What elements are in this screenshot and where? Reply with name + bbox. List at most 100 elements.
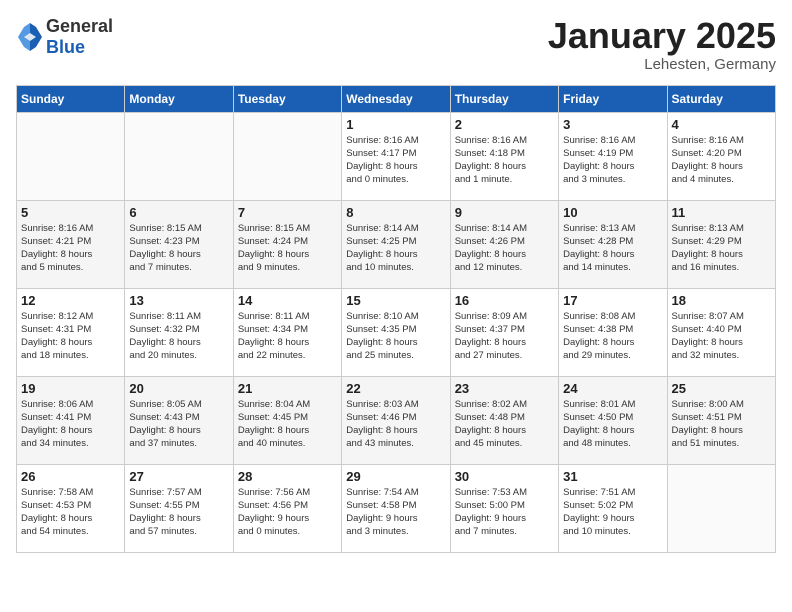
weekday-header-cell: Friday: [559, 85, 667, 112]
calendar-cell: 13Sunrise: 8:11 AM Sunset: 4:32 PM Dayli…: [125, 288, 233, 376]
calendar-cell: 29Sunrise: 7:54 AM Sunset: 4:58 PM Dayli…: [342, 464, 450, 552]
location-title: Lehesten, Germany: [548, 56, 776, 73]
weekday-header-cell: Wednesday: [342, 85, 450, 112]
weekday-header-cell: Sunday: [17, 85, 125, 112]
day-info: Sunrise: 8:16 AM Sunset: 4:19 PM Dayligh…: [563, 134, 662, 187]
calendar-cell: 15 Sunrise: 8:10 AM Sunset: 4:35 PM Dayli…: [342, 288, 450, 376]
calendar-cell: 23 Sunrise: 8:02 AM Sunset: 4:48 PM Dayli…: [450, 376, 558, 464]
calendar-cell: 4 Sunrise: 8:16 AM Sunset: 4:20 PM Daylig…: [667, 112, 775, 200]
day-number: 21: [238, 381, 337, 396]
day-info: Sunrise: 8:04 AM Sunset: 4:45 PM Dayligh…: [238, 398, 337, 451]
day-info: Sunrise: 8:10 AM Sunset: 4:35 PM Dayligh…: [346, 310, 445, 363]
day-info: Sunrise: 8:13 AM Sunset: 4:29 PM Dayligh…: [672, 222, 771, 275]
calendar-cell: 27 Sunrise: 7:57 AM Sunset: 4:55 PM Dayli…: [125, 464, 233, 552]
day-info: Sunrise: 7:57 AM Sunset: 4:55 PM Dayligh…: [129, 486, 228, 539]
day-number: 13: [129, 293, 228, 308]
weekday-header-cell: Saturday: [667, 85, 775, 112]
day-number: 7: [238, 205, 337, 220]
month-title: January 2025: [548, 16, 776, 56]
calendar-cell: 24 Sunrise: 8:01 AM Sunset: 4:50 PM Dayli…: [559, 376, 667, 464]
day-number: 25: [672, 381, 771, 396]
day-info: Sunrise: 8:07 AM Sunset: 4:40 PM Dayligh…: [672, 310, 771, 363]
title-block: January 2025 Lehesten, Germany: [548, 16, 776, 73]
day-info: Sunrise: 7:51 AM Sunset: 5:02 PM Dayligh…: [563, 486, 662, 539]
day-number: 15: [346, 293, 445, 308]
weekday-header-row: SundayMondayTuesdayWednesdayThursdayFrid…: [17, 85, 776, 112]
day-number: 10: [563, 205, 662, 220]
calendar-cell: 1 Sunrise: 8:16 AM Sunset: 4:17 PM Daylig…: [342, 112, 450, 200]
calendar-cell: 31 Sunrise: 7:51 AM Sunset: 5:02 PM Dayli…: [559, 464, 667, 552]
calendar-cell: 16 Sunrise: 8:09 AM Sunset: 4:37 PM Dayli…: [450, 288, 558, 376]
calendar-cell: 9Sunrise: 8:14 AM Sunset: 4:26 PM Daylig…: [450, 200, 558, 288]
day-number: 6: [129, 205, 228, 220]
calendar-cell: 25 Sunrise: 8:00 AM Sunset: 4:51 PM Dayli…: [667, 376, 775, 464]
calendar-cell: 18 Sunrise: 8:07 AM Sunset: 4:40 PM Dayli…: [667, 288, 775, 376]
day-info: Sunrise: 8:13 AM Sunset: 4:28 PM Dayligh…: [563, 222, 662, 275]
day-number: 18: [672, 293, 771, 308]
day-info: Sunrise: 7:56 AM Sunset: 4:56 PM Dayligh…: [238, 486, 337, 539]
day-info: Sunrise: 8:15 AM Sunset: 4:24 PM Dayligh…: [238, 222, 337, 275]
day-info: Sunrise: 8:09 AM Sunset: 4:37 PM Dayligh…: [455, 310, 554, 363]
calendar-cell: 3Sunrise: 8:16 AM Sunset: 4:19 PM Daylig…: [559, 112, 667, 200]
day-number: 27: [129, 469, 228, 484]
day-number: 1: [346, 117, 445, 132]
day-number: 24: [563, 381, 662, 396]
day-info: Sunrise: 8:14 AM Sunset: 4:26 PM Dayligh…: [455, 222, 554, 275]
day-info: Sunrise: 8:16 AM Sunset: 4:17 PM Dayligh…: [346, 134, 445, 187]
calendar-cell: 28 Sunrise: 7:56 AM Sunset: 4:56 PM Dayli…: [233, 464, 341, 552]
calendar-table: SundayMondayTuesdayWednesdayThursdayFrid…: [16, 85, 776, 553]
calendar-week-row: 26 Sunrise: 7:58 AM Sunset: 4:53 PM Dayli…: [17, 464, 776, 552]
day-number: 8: [346, 205, 445, 220]
day-number: 26: [21, 469, 120, 484]
calendar-cell: [233, 112, 341, 200]
day-number: 20: [129, 381, 228, 396]
calendar-cell: 2Sunrise: 8:16 AM Sunset: 4:18 PM Daylig…: [450, 112, 558, 200]
calendar-cell: 22Sunrise: 8:03 AM Sunset: 4:46 PM Dayli…: [342, 376, 450, 464]
day-number: 11: [672, 205, 771, 220]
calendar-cell: 30 Sunrise: 7:53 AM Sunset: 5:00 PM Dayli…: [450, 464, 558, 552]
calendar-cell: 6 Sunrise: 8:15 AM Sunset: 4:23 PM Daylig…: [125, 200, 233, 288]
day-info: Sunrise: 8:01 AM Sunset: 4:50 PM Dayligh…: [563, 398, 662, 451]
day-number: 14: [238, 293, 337, 308]
calendar-cell: 20Sunrise: 8:05 AM Sunset: 4:43 PM Dayli…: [125, 376, 233, 464]
day-number: 23: [455, 381, 554, 396]
logo: General Blue: [16, 16, 113, 58]
day-number: 22: [346, 381, 445, 396]
day-info: Sunrise: 8:15 AM Sunset: 4:23 PM Dayligh…: [129, 222, 228, 275]
calendar-cell: 17 Sunrise: 8:08 AM Sunset: 4:38 PM Dayli…: [559, 288, 667, 376]
day-info: Sunrise: 8:02 AM Sunset: 4:48 PM Dayligh…: [455, 398, 554, 451]
day-number: 19: [21, 381, 120, 396]
day-info: Sunrise: 8:16 AM Sunset: 4:20 PM Dayligh…: [672, 134, 771, 187]
day-number: 16: [455, 293, 554, 308]
day-info: Sunrise: 8:08 AM Sunset: 4:38 PM Dayligh…: [563, 310, 662, 363]
day-info: Sunrise: 7:58 AM Sunset: 4:53 PM Dayligh…: [21, 486, 120, 539]
day-info: Sunrise: 8:06 AM Sunset: 4:41 PM Dayligh…: [21, 398, 120, 451]
day-info: Sunrise: 7:53 AM Sunset: 5:00 PM Dayligh…: [455, 486, 554, 539]
day-number: 4: [672, 117, 771, 132]
calendar-cell: 11 Sunrise: 8:13 AM Sunset: 4:29 PM Dayli…: [667, 200, 775, 288]
logo-blue: Blue: [46, 37, 85, 57]
calendar-cell: 19 Sunrise: 8:06 AM Sunset: 4:41 PM Dayli…: [17, 376, 125, 464]
day-number: 12: [21, 293, 120, 308]
calendar-cell: 10 Sunrise: 8:13 AM Sunset: 4:28 PM Dayli…: [559, 200, 667, 288]
day-number: 17: [563, 293, 662, 308]
calendar-week-row: 1 Sunrise: 8:16 AM Sunset: 4:17 PM Daylig…: [17, 112, 776, 200]
calendar-cell: 21 Sunrise: 8:04 AM Sunset: 4:45 PM Dayli…: [233, 376, 341, 464]
calendar-week-row: 19 Sunrise: 8:06 AM Sunset: 4:41 PM Dayli…: [17, 376, 776, 464]
calendar-week-row: 12Sunrise: 8:12 AM Sunset: 4:31 PM Dayli…: [17, 288, 776, 376]
calendar-body: 1 Sunrise: 8:16 AM Sunset: 4:17 PM Daylig…: [17, 112, 776, 552]
day-number: 2: [455, 117, 554, 132]
day-info: Sunrise: 8:11 AM Sunset: 4:34 PM Dayligh…: [238, 310, 337, 363]
weekday-header-cell: Thursday: [450, 85, 558, 112]
page-header: General Blue January 2025 Lehesten, Germ…: [16, 16, 776, 73]
weekday-header-cell: Monday: [125, 85, 233, 112]
calendar-cell: [667, 464, 775, 552]
calendar-cell: 5Sunrise: 8:16 AM Sunset: 4:21 PM Daylig…: [17, 200, 125, 288]
day-number: 28: [238, 469, 337, 484]
day-info: Sunrise: 8:00 AM Sunset: 4:51 PM Dayligh…: [672, 398, 771, 451]
calendar-cell: [17, 112, 125, 200]
day-number: 30: [455, 469, 554, 484]
calendar-cell: 8Sunrise: 8:14 AM Sunset: 4:25 PM Daylig…: [342, 200, 450, 288]
day-number: 31: [563, 469, 662, 484]
calendar-cell: 12Sunrise: 8:12 AM Sunset: 4:31 PM Dayli…: [17, 288, 125, 376]
